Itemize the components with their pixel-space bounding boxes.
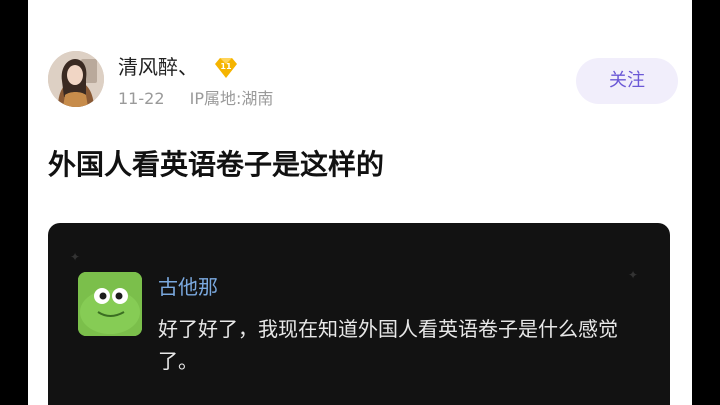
sparkle-icon: ✦ xyxy=(70,250,81,264)
ip-location: IP属地:湖南 xyxy=(189,89,274,108)
level-badge-icon: 11 xyxy=(214,57,238,79)
commenter-username[interactable]: 古他那 xyxy=(158,273,218,301)
post-title: 外国人看英语卷子是这样的 xyxy=(48,148,385,181)
commenter-avatar[interactable] xyxy=(78,272,142,336)
author-header: 清风醉、 11 11-22 IP属地:湖南 关注 xyxy=(48,50,678,110)
comment-text: 好了好了，我现在知道外国人看英语卷子是什么感觉了。 xyxy=(158,317,618,373)
post-date: 11-22 xyxy=(118,89,165,108)
follow-button[interactable]: 关注 xyxy=(576,58,678,104)
author-name[interactable]: 清风醉、 xyxy=(118,54,198,80)
post-card: 清风醉、 11 11-22 IP属地:湖南 关注 外国人看英语卷子是这样的 ✦ … xyxy=(28,0,692,405)
screen-frame: 清风醉、 11 11-22 IP属地:湖南 关注 外国人看英语卷子是这样的 ✦ … xyxy=(0,0,720,405)
sparkle-icon: ✦ xyxy=(628,268,639,282)
comment-screenshot-card: ✦ ✦ 古他那 好了好了，我现在知道外国人看英语卷子是什么感觉了。 xyxy=(48,223,670,405)
post-meta: 11-22 IP属地:湖南 xyxy=(118,88,273,110)
level-number: 11 xyxy=(220,62,232,71)
author-avatar[interactable] xyxy=(48,51,104,107)
